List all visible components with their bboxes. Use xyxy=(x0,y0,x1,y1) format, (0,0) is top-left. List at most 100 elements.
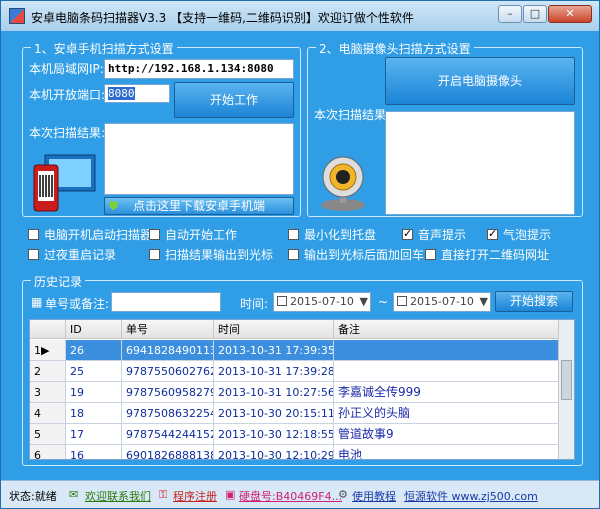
table-row[interactable]: 1▶ 26 6941828490113 2013-10-31 17:39:35 xyxy=(30,340,560,361)
row-header: 1▶ xyxy=(30,340,66,361)
cell-time: 2013-10-31 17:39:35 xyxy=(214,340,334,361)
ip-label: 本机局域网IP: xyxy=(29,62,104,76)
cell-code: 9787508632254 xyxy=(122,403,214,424)
date-from-checkbox[interactable] xyxy=(277,296,287,306)
option-autostart-pc[interactable]: 电脑开机启动扫描器 xyxy=(28,226,152,243)
ip-field[interactable]: http://192.168.1.134:8080 xyxy=(104,59,294,79)
option-checkbox xyxy=(28,229,39,240)
start-work-button[interactable]: 开始工作 xyxy=(174,82,294,118)
row-header: 2 xyxy=(30,361,66,382)
chevron-down-icon[interactable]: ▼ xyxy=(480,295,488,308)
row-header: 4 xyxy=(30,403,66,424)
cell-id: 17 xyxy=(66,424,122,445)
date-to-picker[interactable]: 2015-07-10 ▼ xyxy=(393,292,491,312)
close-button[interactable]: ✕ xyxy=(548,5,592,23)
option-sound-alert[interactable]: 音声提示 xyxy=(402,226,466,243)
date-from-picker[interactable]: 2015-07-10 ▼ xyxy=(273,292,371,312)
cell-note: 电池 xyxy=(334,445,560,459)
option-minimize-tray[interactable]: 最小化到托盘 xyxy=(288,226,376,243)
option-label: 自动开始工作 xyxy=(165,228,238,242)
camera-group-title: 2、电脑摄像头扫描方式设置 xyxy=(316,40,474,57)
option-checkbox xyxy=(487,227,498,240)
tutorial-link[interactable]: 使用教程 xyxy=(352,488,396,504)
option-auto-start-work[interactable]: 自动开始工作 xyxy=(149,226,237,243)
grid-icon: ▦ xyxy=(31,295,43,309)
minimize-button[interactable]: – xyxy=(498,5,522,23)
header-time[interactable]: 时间 xyxy=(214,320,334,339)
date-from-value: 2015-07-10 xyxy=(290,295,354,308)
cell-time: 2013-10-30 12:10:29 xyxy=(214,445,334,459)
option-label: 过夜重启记录 xyxy=(44,248,117,262)
mail-icon: ✉ xyxy=(69,488,79,501)
phone-result-label: 本次扫描结果: xyxy=(29,126,106,140)
download-android-button[interactable]: ⛊ 点击这里下载安卓手机端 xyxy=(104,197,294,215)
option-checkbox xyxy=(288,249,299,260)
option-bubble-alert[interactable]: 气泡提示 xyxy=(487,226,551,243)
option-checkbox xyxy=(28,249,39,260)
option-label: 电脑开机启动扫描器 xyxy=(44,228,153,242)
option-checkbox xyxy=(288,229,299,240)
table-row[interactable]: 2 25 9787550602762 2013-10-31 17:39:28 xyxy=(30,361,560,382)
open-camera-button[interactable]: 开启电脑摄像头 xyxy=(385,57,575,105)
row-header: 6 xyxy=(30,445,66,459)
download-button-label: 点击这里下载安卓手机端 xyxy=(132,199,265,213)
camera-result-label: 本次扫描结果 xyxy=(314,108,387,122)
disk-id-link[interactable]: 硬盘号:B40469F4... xyxy=(239,488,342,504)
cell-time: 2013-10-31 17:39:28 xyxy=(214,361,334,382)
maximize-button[interactable]: □ xyxy=(523,5,547,23)
camera-result-area[interactable] xyxy=(385,111,575,215)
key-icon: ⚿ xyxy=(159,488,168,501)
option-checkbox xyxy=(149,229,160,240)
option-open-qr-url[interactable]: 直接打开二维码网址 xyxy=(425,246,549,263)
table-row[interactable]: 5 17 9787544244152 2013-10-30 12:18:55 管… xyxy=(30,424,560,445)
port-value: 8080 xyxy=(108,87,135,100)
window-title: 安卓电脑条码扫描器V3.3 【支持一维码,二维码识别】欢迎订做个性软件 xyxy=(31,11,414,25)
table-row[interactable]: 3 19 9787560958279 2013-10-31 10:27:56 李… xyxy=(30,382,560,403)
header-code[interactable]: 单号 xyxy=(122,320,214,339)
row-header: 3 xyxy=(30,382,66,403)
option-label: 最小化到托盘 xyxy=(304,228,377,242)
register-link[interactable]: 程序注册 xyxy=(173,488,217,504)
option-checkbox xyxy=(425,249,436,260)
cell-code: 9787550602762 xyxy=(122,361,214,382)
option-output-cursor[interactable]: 扫描结果输出到光标 xyxy=(149,246,273,263)
option-checkbox xyxy=(402,227,413,240)
android-icon: ⛊ xyxy=(109,199,119,213)
cell-id: 19 xyxy=(66,382,122,403)
title-bar: 安卓电脑条码扫描器V3.3 【支持一维码,二维码识别】欢迎订做个性软件 – □ … xyxy=(1,1,599,31)
option-checkbox xyxy=(149,249,160,260)
company-link[interactable]: 恒源软件 www.zj500.com xyxy=(404,488,538,504)
app-window: 安卓电脑条码扫描器V3.3 【支持一维码,二维码识别】欢迎订做个性软件 – □ … xyxy=(0,0,600,509)
option-label: 直接打开二维码网址 xyxy=(441,248,550,262)
option-cursor-enter[interactable]: 输出到光标后面加回车 xyxy=(288,246,424,263)
cell-id: 16 xyxy=(66,445,122,459)
table-scrollbar[interactable] xyxy=(558,320,574,459)
option-label: 音声提示 xyxy=(418,228,467,242)
date-separator: ~ xyxy=(378,295,389,309)
table-row[interactable]: 6 16 6901826888138 2013-10-30 12:10:29 电… xyxy=(30,445,560,459)
scrollbar-thumb[interactable] xyxy=(561,360,572,400)
phone-result-area[interactable] xyxy=(104,123,294,195)
disk-icon: ▣ xyxy=(225,488,236,501)
option-overnight-restart[interactable]: 过夜重启记录 xyxy=(28,246,116,263)
header-id[interactable]: ID xyxy=(66,320,122,339)
option-label: 扫描结果输出到光标 xyxy=(165,248,274,262)
search-label: 单号或备注: xyxy=(45,297,110,311)
tutorial-icon: ⚙ xyxy=(338,488,348,501)
cell-note: 李嘉诚全传999 xyxy=(334,382,560,403)
chevron-down-icon[interactable]: ▼ xyxy=(360,295,368,308)
port-field[interactable]: 8080 xyxy=(104,84,170,103)
date-to-checkbox[interactable] xyxy=(397,296,407,306)
search-input[interactable] xyxy=(111,292,221,312)
header-corner xyxy=(30,320,66,339)
port-label: 本机开放端口: xyxy=(29,88,106,102)
status-text: 状态:就绪 xyxy=(9,490,57,503)
cell-id: 26 xyxy=(66,340,122,361)
cell-note xyxy=(334,340,560,361)
header-note[interactable]: 备注 xyxy=(334,320,560,339)
search-button[interactable]: 开始搜索 xyxy=(495,291,573,312)
contact-link[interactable]: 欢迎联系我们 xyxy=(85,488,151,504)
table-row[interactable]: 4 18 9787508632254 2013-10-30 20:15:11 孙… xyxy=(30,403,560,424)
history-title: 历史记录 xyxy=(31,273,86,290)
cell-code: 6941828490113 xyxy=(122,340,214,361)
